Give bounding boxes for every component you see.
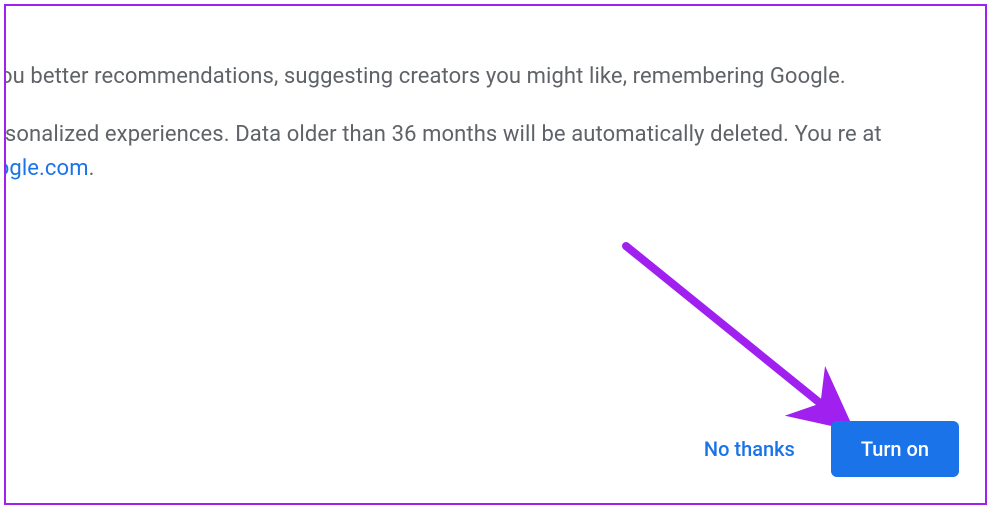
turn-on-button[interactable]: Turn on	[831, 421, 959, 477]
dialog-button-row: No thanks Turn on	[696, 421, 959, 477]
no-thanks-button[interactable]: No thanks	[696, 427, 803, 471]
dialog-body-text: like giving you better recommendations, …	[4, 60, 966, 210]
annotation-arrow-icon	[616, 236, 876, 446]
paragraph-recommendations: like giving you better recommendations, …	[4, 60, 966, 94]
paragraph-personalized-text: ou more personalized experiences. Data o…	[4, 122, 882, 147]
paragraph-personalized: ou more personalized experiences. Data o…	[4, 118, 966, 186]
dialog-frame: like giving you better recommendations, …	[4, 4, 987, 505]
paragraph-personalized-after: .	[89, 156, 95, 181]
account-link[interactable]: account.google.com	[4, 156, 89, 181]
